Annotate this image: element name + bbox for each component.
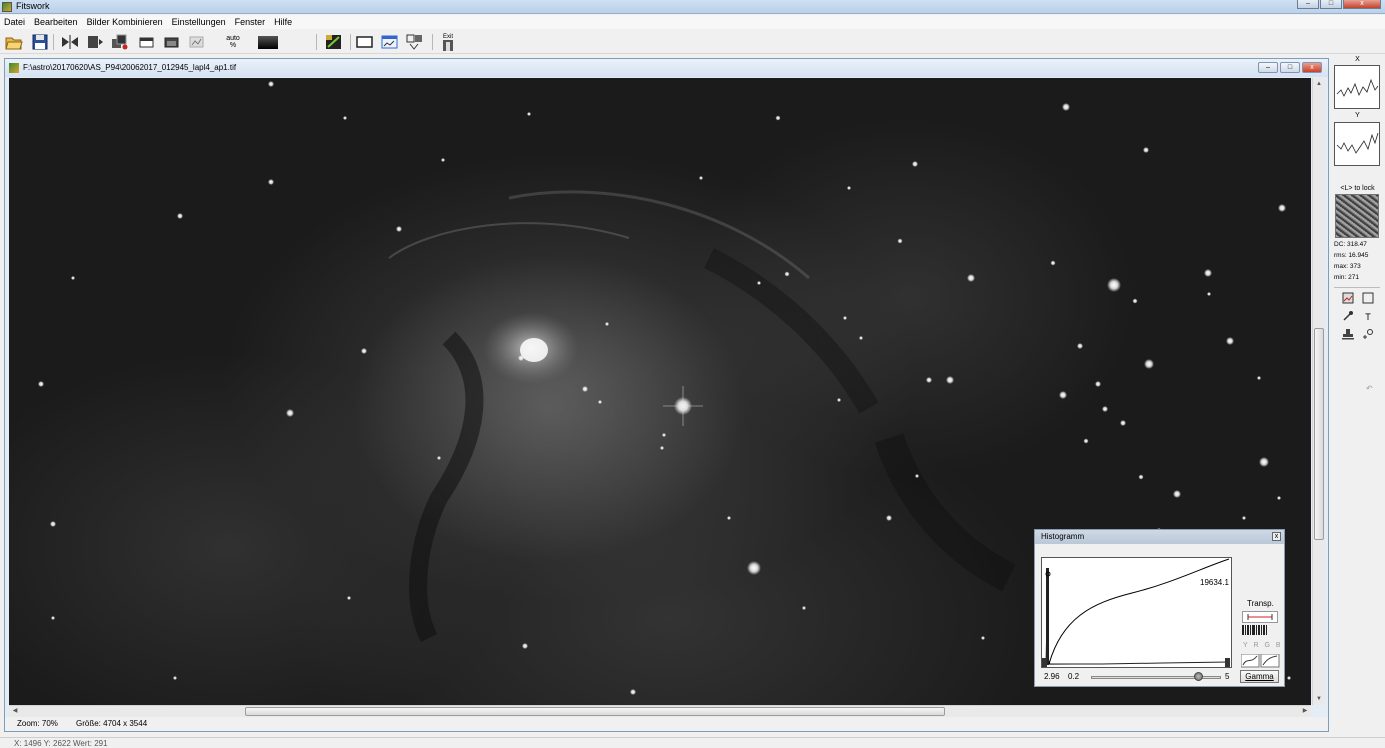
auto-level-button[interactable]: auto % xyxy=(224,33,242,51)
menu-hilfe[interactable]: Hilfe xyxy=(274,17,292,27)
image-maximize-button[interactable]: □ xyxy=(1280,62,1300,73)
scroll-left-icon[interactable]: ◀ xyxy=(9,706,21,717)
image-minimize-button[interactable]: – xyxy=(1258,62,1278,73)
image-size: Größe: 4704 x 3544 xyxy=(76,719,148,728)
image-status-bar: Zoom: 70% Größe: 4704 x 3544 xyxy=(5,717,1328,731)
x-profile-plot xyxy=(1334,65,1380,109)
lock-hint: <L> to lock xyxy=(1340,185,1375,192)
pin-icon[interactable] xyxy=(1340,310,1356,324)
rectangle-icon[interactable] xyxy=(1360,292,1376,306)
menu-bar: Datei Bearbeiten Bilder Kombinieren Eins… xyxy=(0,15,1385,29)
zoom-level: Zoom: 70% xyxy=(17,719,58,728)
minimize-button[interactable]: – xyxy=(1297,0,1319,9)
maximize-button[interactable]: □ xyxy=(1320,0,1342,9)
undo-icon[interactable]: ↶ xyxy=(1366,384,1373,393)
menu-datei[interactable]: Datei xyxy=(4,17,25,27)
toolbar: auto % Exit xyxy=(0,30,1385,54)
vertical-scroll-thumb[interactable] xyxy=(1314,328,1324,540)
cursor-readout: X: 1496 Y: 2622 Wert: 291 xyxy=(14,739,108,748)
gradient-icon[interactable] xyxy=(257,33,279,51)
image-close-button[interactable]: x xyxy=(1302,62,1322,73)
histogram-curve xyxy=(1042,558,1230,667)
filter-icon[interactable] xyxy=(188,33,206,51)
pixel-preview xyxy=(1335,194,1379,238)
right-panel: X Y <L> to lock DC: 318.47 rms: 16.945 m… xyxy=(1330,54,1385,734)
align-icon[interactable] xyxy=(406,33,424,51)
horizontal-scrollbar[interactable]: ◀ ▶ xyxy=(9,705,1311,717)
gamma-high-value: 5 xyxy=(1225,672,1230,681)
horizontal-scroll-thumb[interactable] xyxy=(245,707,945,716)
main-status-bar: X: 1496 Y: 2622 Wert: 291 xyxy=(0,737,1385,748)
open-folder-icon[interactable] xyxy=(5,33,23,51)
screen-icon[interactable] xyxy=(356,33,374,51)
exit-icon[interactable]: Exit xyxy=(439,33,457,51)
flip-horizontal-icon[interactable] xyxy=(61,33,79,51)
chart-window-icon[interactable] xyxy=(381,33,399,51)
tool-palette: T xyxy=(1334,287,1380,347)
x-profile-label: X xyxy=(1355,56,1360,63)
menu-bearbeiten[interactable]: Bearbeiten xyxy=(34,17,78,27)
scroll-up-icon[interactable]: ▲ xyxy=(1313,78,1325,90)
text-icon[interactable]: T xyxy=(1360,310,1376,324)
black-point-value: 2.96 xyxy=(1044,672,1060,681)
app-icon xyxy=(2,2,12,12)
rotate-icon[interactable] xyxy=(86,33,104,51)
color-balance-icon[interactable] xyxy=(325,33,343,51)
stamp-icon[interactable] xyxy=(1340,328,1356,342)
y-profile-label: Y xyxy=(1355,112,1360,119)
histogram-controls: 2.96 0.2 5 xyxy=(1041,671,1241,683)
histogram-max-value: 19634.1 xyxy=(1200,578,1229,587)
vertical-scrollbar[interactable]: ▲ ▼ xyxy=(1312,78,1325,705)
image-file-icon xyxy=(9,63,19,73)
stat-min: min: 271 xyxy=(1334,274,1359,281)
stat-max: max: 373 xyxy=(1334,263,1361,270)
stack-icon[interactable] xyxy=(111,33,129,51)
curve-mode-icon[interactable] xyxy=(1240,653,1281,668)
window-a-icon[interactable] xyxy=(138,33,156,51)
image-window-titlebar: F:\astro\20170620\AS_P94\20062017_012945… xyxy=(5,59,1328,77)
app-title: Fitswork xyxy=(16,1,50,11)
channel-selector[interactable]: Y R G B xyxy=(1243,642,1283,649)
close-button[interactable]: x xyxy=(1343,0,1381,9)
window-b-icon[interactable] xyxy=(163,33,181,51)
circle-icon[interactable] xyxy=(1360,328,1376,342)
image-select-icon[interactable] xyxy=(1340,292,1356,306)
menu-fenster[interactable]: Fenster xyxy=(235,17,266,27)
menu-einstellungen[interactable]: Einstellungen xyxy=(172,17,226,27)
transparency-toggle[interactable] xyxy=(1242,611,1278,623)
transparency-label: Transp. xyxy=(1247,599,1274,608)
histogram-plot[interactable] xyxy=(1041,557,1232,668)
gamma-slider-knob[interactable] xyxy=(1194,672,1204,681)
menu-bilder-kombinieren[interactable]: Bilder Kombinieren xyxy=(87,17,163,27)
scroll-right-icon[interactable]: ▶ xyxy=(1299,706,1311,717)
save-icon[interactable] xyxy=(31,33,49,51)
histogram-close-button[interactable]: x xyxy=(1272,532,1281,541)
histogram-titlebar: Histogramm x xyxy=(1035,530,1284,544)
barcode-icon[interactable] xyxy=(1242,625,1272,637)
image-path: F:\astro\20170620\AS_P94\20062017_012945… xyxy=(23,63,237,72)
histogram-title: Histogramm xyxy=(1041,532,1085,541)
gamma-button[interactable]: Gamma xyxy=(1240,670,1279,683)
gamma-low-value: 0.2 xyxy=(1068,672,1080,681)
histogram-window: Histogramm x 19634.1 2.96 0.2 5 Transp. … xyxy=(1034,529,1285,687)
title-bar: Fitswork – □ x xyxy=(0,0,1385,14)
scroll-down-icon[interactable]: ▼ xyxy=(1313,693,1325,705)
stat-rms: rms: 16.945 xyxy=(1334,252,1369,259)
y-profile-plot xyxy=(1334,122,1380,166)
stat-dc: DC: 318.47 xyxy=(1334,241,1367,248)
